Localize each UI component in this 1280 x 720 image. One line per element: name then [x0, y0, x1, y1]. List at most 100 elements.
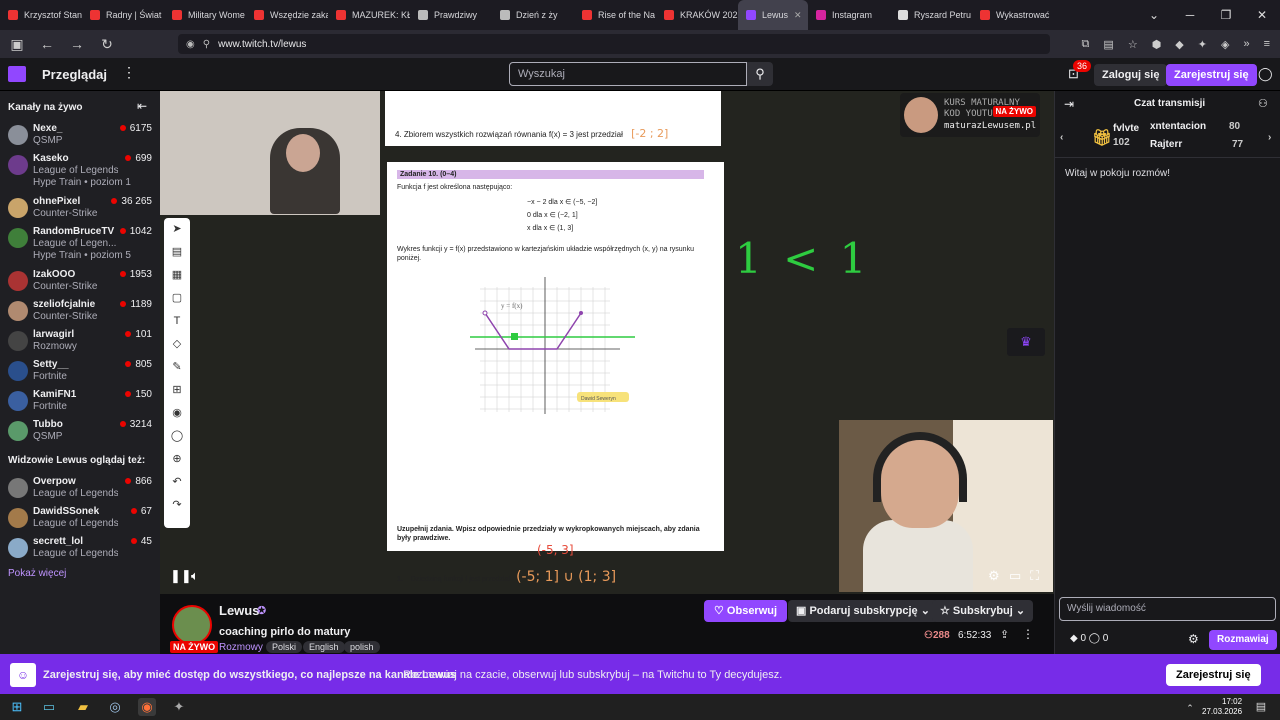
chevron-right-icon[interactable]: ›: [1268, 132, 1271, 143]
follow-button[interactable]: ♡ Obserwuj: [704, 600, 788, 622]
search-input[interactable]: Wyszukaj: [509, 62, 747, 86]
sidebar-channel[interactable]: Tubbo QSMP 3214: [0, 417, 160, 447]
sidebar-channel[interactable]: larwagirl Rozmowy 101: [0, 327, 160, 357]
volume-icon[interactable]: 🔈︎: [191, 568, 199, 584]
chat-settings-icon[interactable]: ⚙: [1188, 632, 1199, 646]
chevron-left-icon[interactable]: ‹: [1060, 132, 1063, 143]
chat-input[interactable]: Wyślij wiadomość: [1059, 597, 1276, 621]
close-tab-icon[interactable]: ✕: [794, 10, 802, 21]
browse-link[interactable]: Przeglądaj: [42, 67, 107, 82]
app-icon[interactable]: ✦: [170, 698, 188, 716]
firefox-icon[interactable]: ◉: [138, 698, 156, 716]
streamer-name[interactable]: Lewus: [219, 603, 259, 618]
ublock-icon[interactable]: ◈: [1221, 38, 1229, 51]
browser-tab-bar: Krzysztof Stanc Radny | Świat Military Wom…: [0, 0, 1280, 30]
fullscreen-icon[interactable]: ⛶: [1030, 568, 1039, 584]
login-button[interactable]: Zaloguj się: [1094, 64, 1168, 86]
bookmark-star-icon[interactable]: ☆: [1128, 38, 1138, 51]
reader-icon[interactable]: ▤: [1103, 38, 1113, 51]
system-tray-icon[interactable]: ⌃: [1180, 699, 1200, 717]
browser-tab[interactable]: Wykastrować: [972, 0, 1054, 30]
browser-tab[interactable]: Rise of the Na: [574, 0, 656, 30]
sidebar-toggle-icon[interactable]: ▣: [8, 36, 26, 53]
gifter-2-count: 80: [1229, 121, 1241, 132]
forward-icon[interactable]: →: [68, 36, 86, 52]
sidebar-channel[interactable]: szeliofcjalnie Counter-Strike 1189: [0, 297, 160, 327]
browser-tab[interactable]: Dzień z ży: [492, 0, 574, 30]
sidebar-channel[interactable]: RandomBruceTV League of Legen... 1042 Hype …: [0, 224, 160, 261]
notifications-icon[interactable]: ▤: [1252, 698, 1270, 716]
sidebar-channel[interactable]: KamiFN1 Fortnite 150: [0, 387, 160, 417]
browser-tab[interactable]: Ryszard Petru: [890, 0, 972, 30]
signup-button[interactable]: Zarejestruj się: [1166, 64, 1257, 86]
taskbar-clock[interactable]: 17:02 27.03.2026: [1202, 697, 1242, 717]
gifter-2-name[interactable]: xntentacion: [1150, 121, 1206, 132]
twitch-logo-icon[interactable]: [8, 66, 26, 82]
show-more-link[interactable]: Pokaż więcej: [8, 568, 66, 579]
sidebar-channel[interactable]: ohnePixel Counter-Strike 36 265: [0, 194, 160, 224]
tab-list-icon[interactable]: ⌄: [1136, 0, 1172, 30]
gifter-1-count: 102: [1113, 137, 1130, 148]
browser-tab[interactable]: Radny | Świat: [82, 0, 164, 30]
browser-tab[interactable]: Prawdziwy: [410, 0, 492, 30]
menu-icon[interactable]: ≡: [1264, 38, 1270, 50]
screenshot-icon[interactable]: ⧉: [1082, 38, 1090, 51]
more-menu-icon[interactable]: ⋮: [122, 64, 136, 81]
close-icon[interactable]: ✕: [1244, 0, 1280, 30]
sidebar-channel[interactable]: IzakOOO Counter-Strike 1953: [0, 267, 160, 297]
sidebar-channel[interactable]: Kaseko League of Legends 699 Hype Train • p…: [0, 151, 160, 188]
browser-tab[interactable]: MAZUREK: KŁO: [328, 0, 410, 30]
share-icon[interactable]: ⇪: [1000, 628, 1009, 641]
channel-viewers: 1042: [120, 226, 152, 237]
gifter-1-name[interactable]: fvlvte: [1113, 123, 1139, 134]
chat-send-button[interactable]: Rozmawiaj: [1209, 630, 1277, 650]
back-icon[interactable]: ←: [38, 36, 56, 52]
extension-fox-icon[interactable]: ◆: [1175, 38, 1183, 51]
windows-start-icon[interactable]: ⊞: [8, 698, 26, 716]
channel-viewers: 3214: [120, 419, 152, 430]
monitor-icon[interactable]: ▭: [40, 698, 58, 716]
gift-sub-button[interactable]: ▣ Podaruj subskrypcję ⌄: [788, 600, 938, 622]
channel-points[interactable]: ◆ 0 ◯ 0: [1070, 633, 1108, 644]
tag-polish[interactable]: polish: [344, 641, 380, 653]
banner-signup-button[interactable]: Zarejestruj się: [1166, 664, 1261, 686]
maximize-icon[interactable]: ❐: [1208, 0, 1244, 30]
sidebar-channel[interactable]: DawidSSonek League of Legends 67: [0, 504, 160, 534]
sidebar-channel[interactable]: secrett_lol League of Legends 45: [0, 534, 160, 564]
collapse-sidebar-icon[interactable]: ⇤: [137, 99, 147, 113]
browser-tab[interactable]: Military Wome: [164, 0, 246, 30]
folder-icon[interactable]: ▰: [74, 698, 92, 716]
search-icon[interactable]: ⚲: [747, 62, 773, 86]
browser-tab[interactable]: Wszędzie zaka: [246, 0, 328, 30]
minimize-icon[interactable]: ─: [1172, 0, 1208, 30]
settings-icon[interactable]: ⚙: [988, 568, 1000, 584]
channel-viewers: 45: [131, 536, 152, 547]
browser-tab[interactable]: KRAKÓW 2026: [656, 0, 738, 30]
extensions-icon[interactable]: ✦: [1198, 38, 1207, 51]
stream-category[interactable]: Rozmowy: [219, 642, 263, 653]
sidebar-channel[interactable]: Setty__ Fortnite 805: [0, 357, 160, 387]
vpn-icon[interactable]: ⬢: [1152, 38, 1162, 51]
tag-polski[interactable]: Polski: [266, 641, 303, 653]
browser-tab[interactable]: Krzysztof Stanc: [0, 0, 82, 30]
chat-users-icon[interactable]: ⚇: [1258, 97, 1268, 110]
reload-icon[interactable]: ↻: [98, 36, 116, 53]
user-menu-icon[interactable]: ◯: [1258, 66, 1273, 82]
sidebar-channel[interactable]: Overpow League of Legends 866: [0, 474, 160, 504]
theatre-mode-icon[interactable]: ▭: [1009, 568, 1021, 584]
browser-tab[interactable]: Lewus ✕: [738, 0, 808, 30]
url-bar[interactable]: ◉ ⚲ www.twitch.tv/lewus: [178, 34, 1050, 54]
pause-icon[interactable]: ❚❚: [170, 568, 192, 584]
steam-icon[interactable]: ◎: [106, 698, 124, 716]
subscribe-button[interactable]: ☆ Subskrybuj ⌄: [932, 600, 1034, 622]
more-options-icon[interactable]: ⋮: [1022, 627, 1034, 641]
sidebar-channel[interactable]: Nexe_ QSMP 6175: [0, 121, 160, 151]
collapse-chat-icon[interactable]: ⇥: [1064, 97, 1074, 111]
tag-english[interactable]: English: [303, 641, 345, 653]
browser-tab[interactable]: Instagram: [808, 0, 890, 30]
browser-tab-label: Military Wome: [188, 10, 245, 20]
gifter-3-name[interactable]: Rajterr: [1150, 139, 1182, 150]
avatar[interactable]: [172, 605, 212, 645]
more-tools-icon[interactable]: »: [1243, 38, 1249, 50]
channel-game: League of Legen...: [33, 238, 117, 249]
